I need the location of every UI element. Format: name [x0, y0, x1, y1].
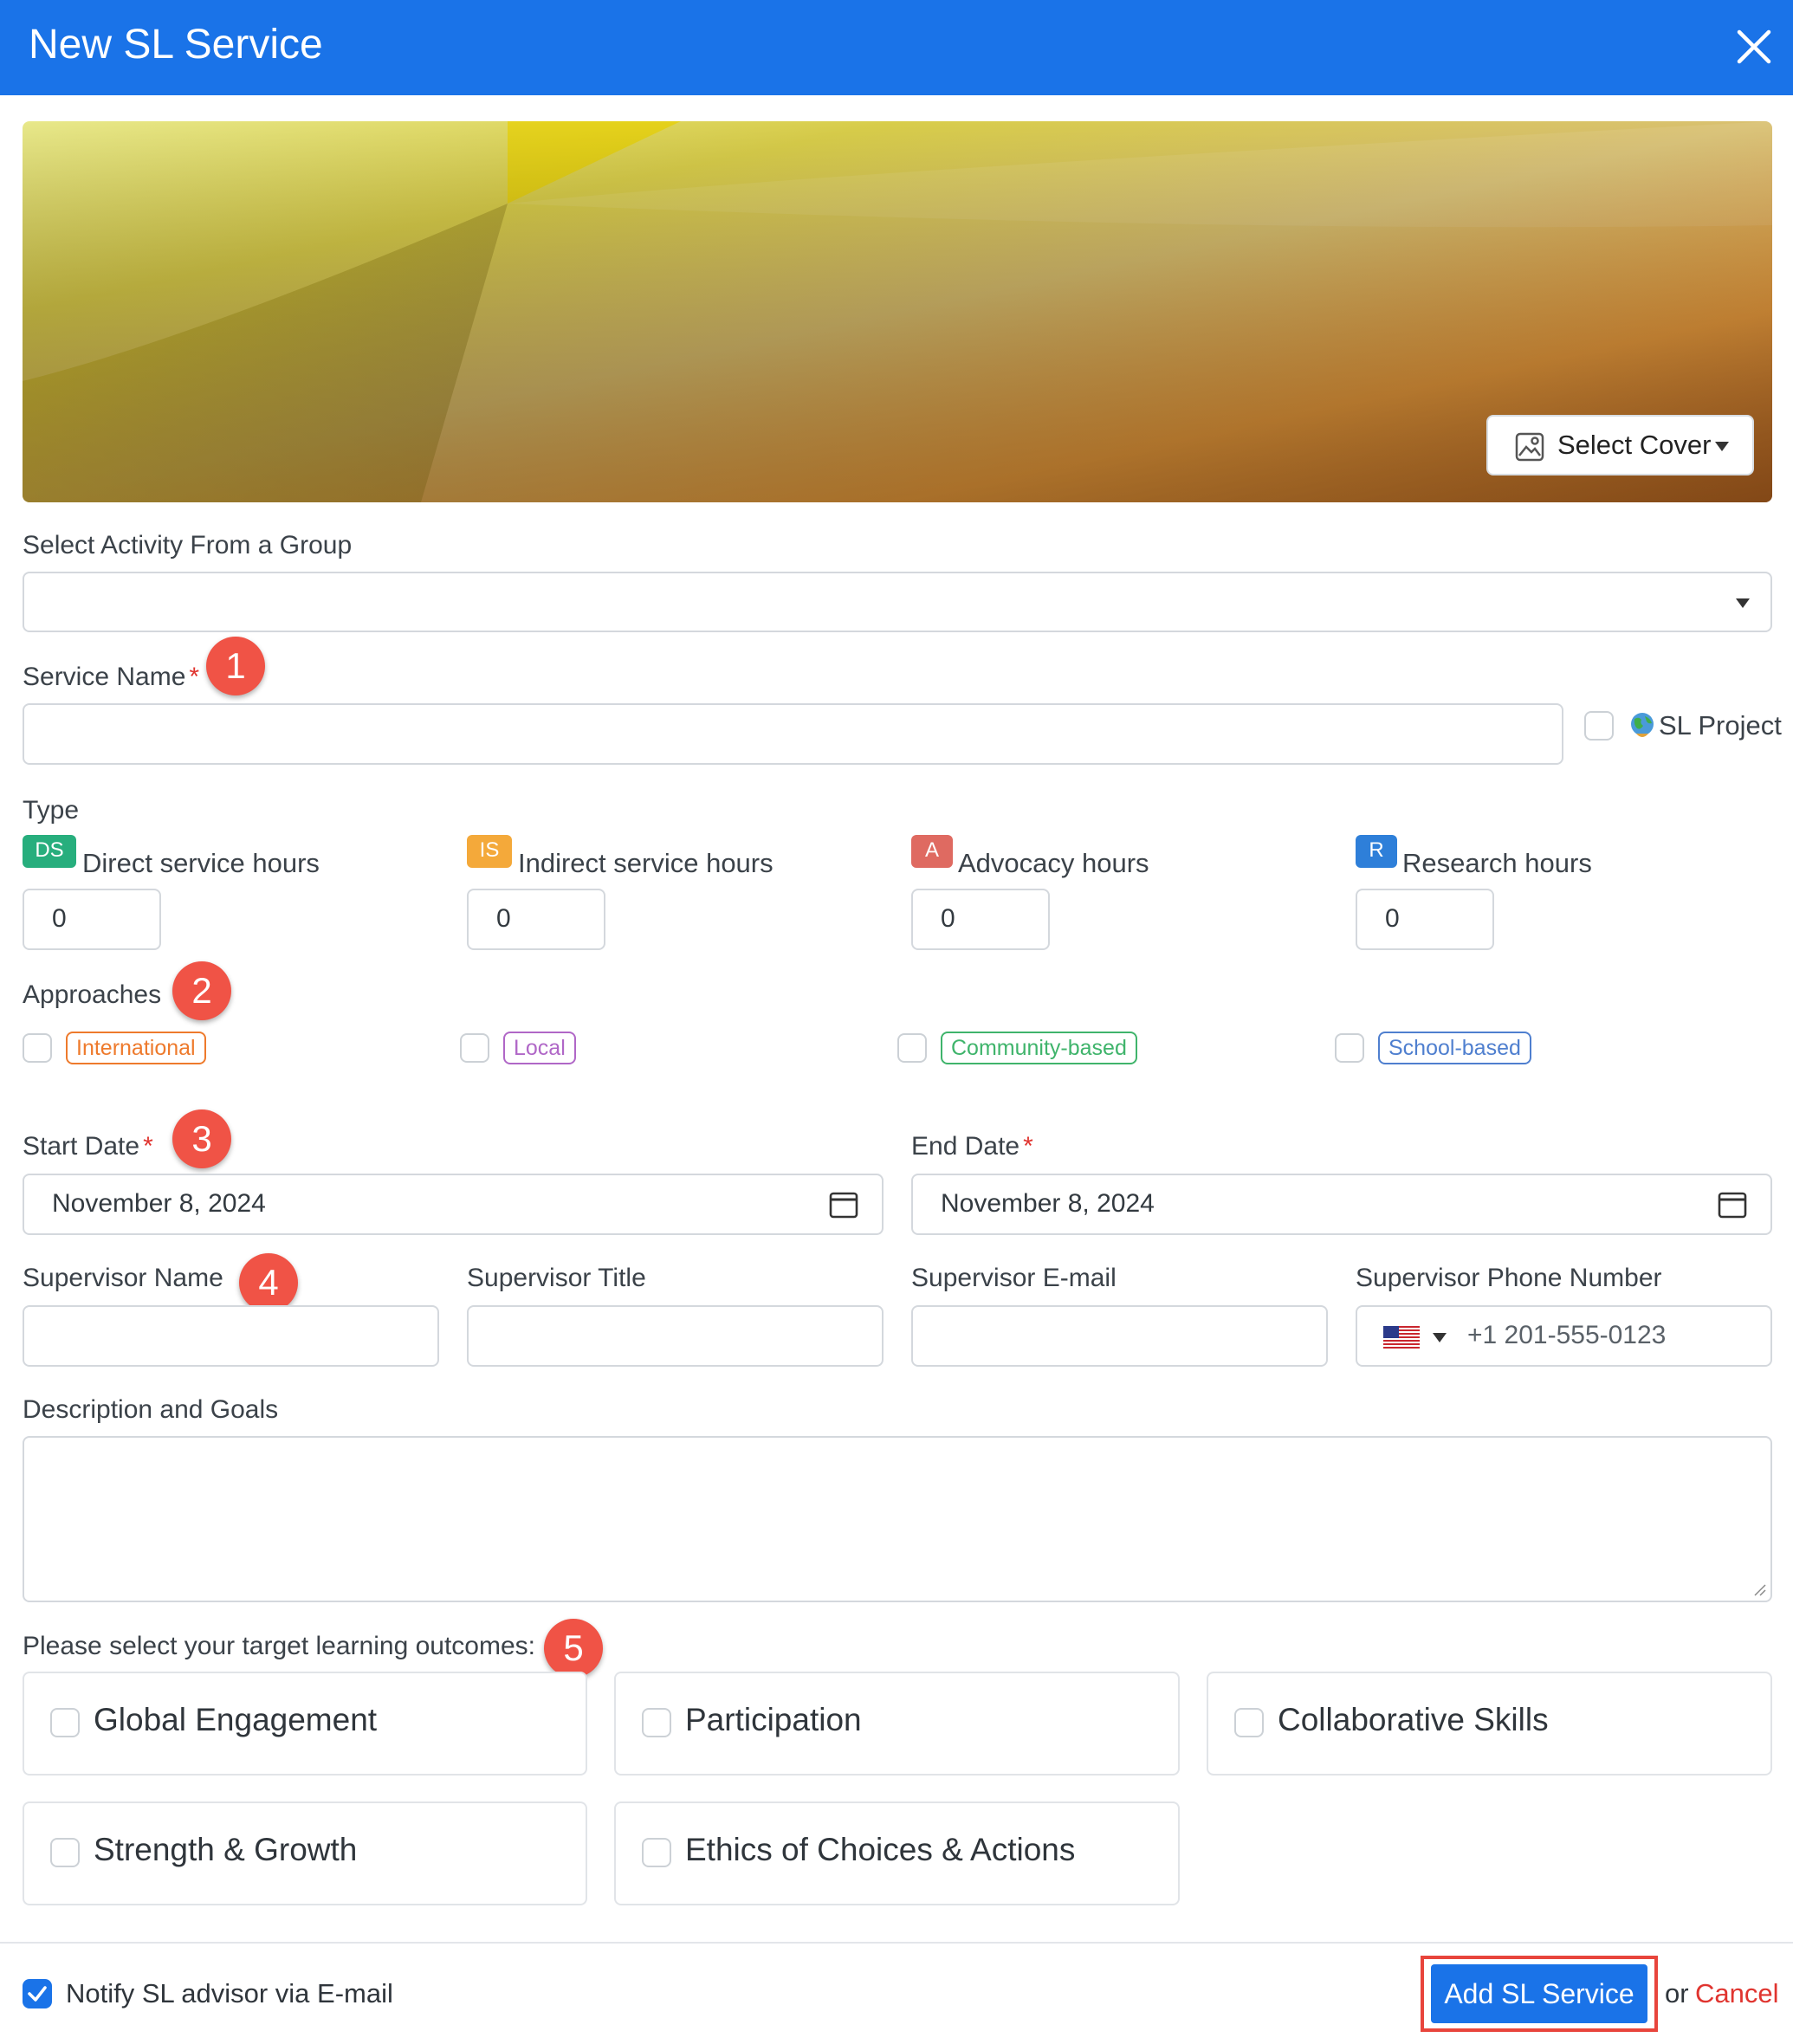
- chevron-down-icon: [1715, 442, 1729, 451]
- outcome-checkbox[interactable]: [642, 1708, 671, 1737]
- outcome-checkbox[interactable]: [50, 1838, 80, 1867]
- add-sl-service-button[interactable]: Add SL Service: [1431, 1964, 1647, 2023]
- supervisor-name-label: Supervisor Name: [23, 1264, 223, 1292]
- notify-label: Notify SL advisor via E-mail: [66, 1978, 393, 2008]
- advocacy-hours-input[interactable]: 0: [911, 889, 1050, 950]
- image-icon: [1515, 432, 1544, 462]
- add-button-highlight: Add SL Service: [1421, 1956, 1658, 2032]
- cancel-link[interactable]: Cancel: [1695, 1978, 1779, 2009]
- dialog-header: New SL Service: [0, 0, 1793, 95]
- calendar-icon[interactable]: [828, 1189, 859, 1220]
- chevron-down-icon: [1433, 1333, 1447, 1342]
- close-icon[interactable]: [1729, 22, 1779, 72]
- description-textarea[interactable]: [23, 1436, 1772, 1602]
- service-name-input[interactable]: [23, 703, 1563, 765]
- step-marker-5: 5: [544, 1619, 603, 1678]
- type-label: Type: [23, 796, 80, 825]
- approach-international: International: [66, 1032, 206, 1064]
- indirect-hours-input[interactable]: 0: [467, 889, 605, 950]
- start-date-input[interactable]: November 8, 2024: [23, 1174, 884, 1235]
- ds-badge: DS: [23, 835, 76, 868]
- calendar-icon[interactable]: [1717, 1189, 1748, 1220]
- outcome-checkbox[interactable]: [50, 1708, 80, 1737]
- approach-local: Local: [503, 1032, 576, 1064]
- supervisor-email-input[interactable]: [911, 1305, 1328, 1367]
- outcome-checkbox[interactable]: [642, 1838, 671, 1867]
- notify-checkbox[interactable]: [23, 1979, 52, 2008]
- footer-divider: [0, 1942, 1793, 1944]
- select-cover-button[interactable]: Select Cover: [1486, 415, 1754, 475]
- approach-checkbox-international[interactable]: [23, 1033, 52, 1063]
- step-marker-4: 4: [239, 1253, 298, 1312]
- outcome-collaborative-skills[interactable]: Collaborative Skills: [1207, 1672, 1772, 1776]
- outcome-participation[interactable]: Participation: [614, 1672, 1180, 1776]
- direct-hours-input[interactable]: 0: [23, 889, 161, 950]
- approach-checkbox-community[interactable]: [897, 1033, 927, 1063]
- sl-project-label: SL Project: [1659, 710, 1782, 741]
- outcome-ethics-choices-actions[interactable]: Ethics of Choices & Actions: [614, 1801, 1180, 1905]
- type-label-research: Research hours: [1402, 848, 1592, 878]
- select-cover-label: Select Cover: [1557, 430, 1712, 460]
- approach-checkbox-school[interactable]: [1335, 1033, 1364, 1063]
- activity-select[interactable]: [23, 572, 1772, 632]
- outcome-global-engagement[interactable]: Global Engagement: [23, 1672, 587, 1776]
- end-date-label: End Date *: [911, 1132, 1033, 1161]
- outcome-strength-growth[interactable]: Strength & Growth: [23, 1801, 587, 1905]
- step-marker-2: 2: [172, 961, 231, 1020]
- step-marker-3: 3: [172, 1109, 231, 1168]
- type-label-indirect: Indirect service hours: [518, 848, 774, 878]
- supervisor-phone-input[interactable]: +1 201-555-0123: [1356, 1305, 1772, 1367]
- dialog-title: New SL Service: [29, 22, 323, 68]
- us-flag-icon: [1383, 1326, 1420, 1349]
- end-date-input[interactable]: November 8, 2024: [911, 1174, 1772, 1235]
- resize-handle-icon[interactable]: [1751, 1582, 1767, 1597]
- is-badge: IS: [467, 835, 512, 868]
- step-marker-1: 1: [206, 637, 265, 695]
- phone-placeholder: +1 201-555-0123: [1467, 1321, 1667, 1349]
- chevron-down-icon: [1736, 598, 1750, 608]
- research-hours-input[interactable]: 0: [1356, 889, 1494, 950]
- a-badge: A: [911, 835, 953, 868]
- sl-project-checkbox[interactable]: [1584, 711, 1614, 741]
- supervisor-phone-label: Supervisor Phone Number: [1356, 1264, 1662, 1292]
- approach-checkbox-local[interactable]: [460, 1033, 489, 1063]
- supervisor-email-label: Supervisor E-mail: [911, 1264, 1117, 1292]
- r-badge: R: [1356, 835, 1397, 868]
- approach-community-based: Community-based: [941, 1032, 1137, 1064]
- or-text: or: [1665, 1978, 1689, 2008]
- country-selector[interactable]: [1383, 1326, 1453, 1350]
- outcome-checkbox[interactable]: [1234, 1708, 1264, 1737]
- activity-label: Select Activity From a Group: [23, 531, 353, 560]
- start-date-label: Start Date *: [23, 1132, 153, 1161]
- supervisor-title-input[interactable]: [467, 1305, 884, 1367]
- outcomes-label: Please select your target learning outco…: [23, 1632, 535, 1660]
- service-name-label: Service Name *: [23, 663, 200, 691]
- globe-icon: [1631, 713, 1654, 737]
- supervisor-title-label: Supervisor Title: [467, 1264, 646, 1292]
- type-label-direct: Direct service hours: [82, 848, 320, 878]
- approach-school-based: School-based: [1378, 1032, 1531, 1064]
- approaches-label: Approaches: [23, 980, 162, 1009]
- checkmark-icon: [28, 1986, 47, 2002]
- type-label-advocacy: Advocacy hours: [958, 848, 1149, 878]
- description-label: Description and Goals: [23, 1395, 279, 1424]
- supervisor-name-input[interactable]: [23, 1305, 439, 1367]
